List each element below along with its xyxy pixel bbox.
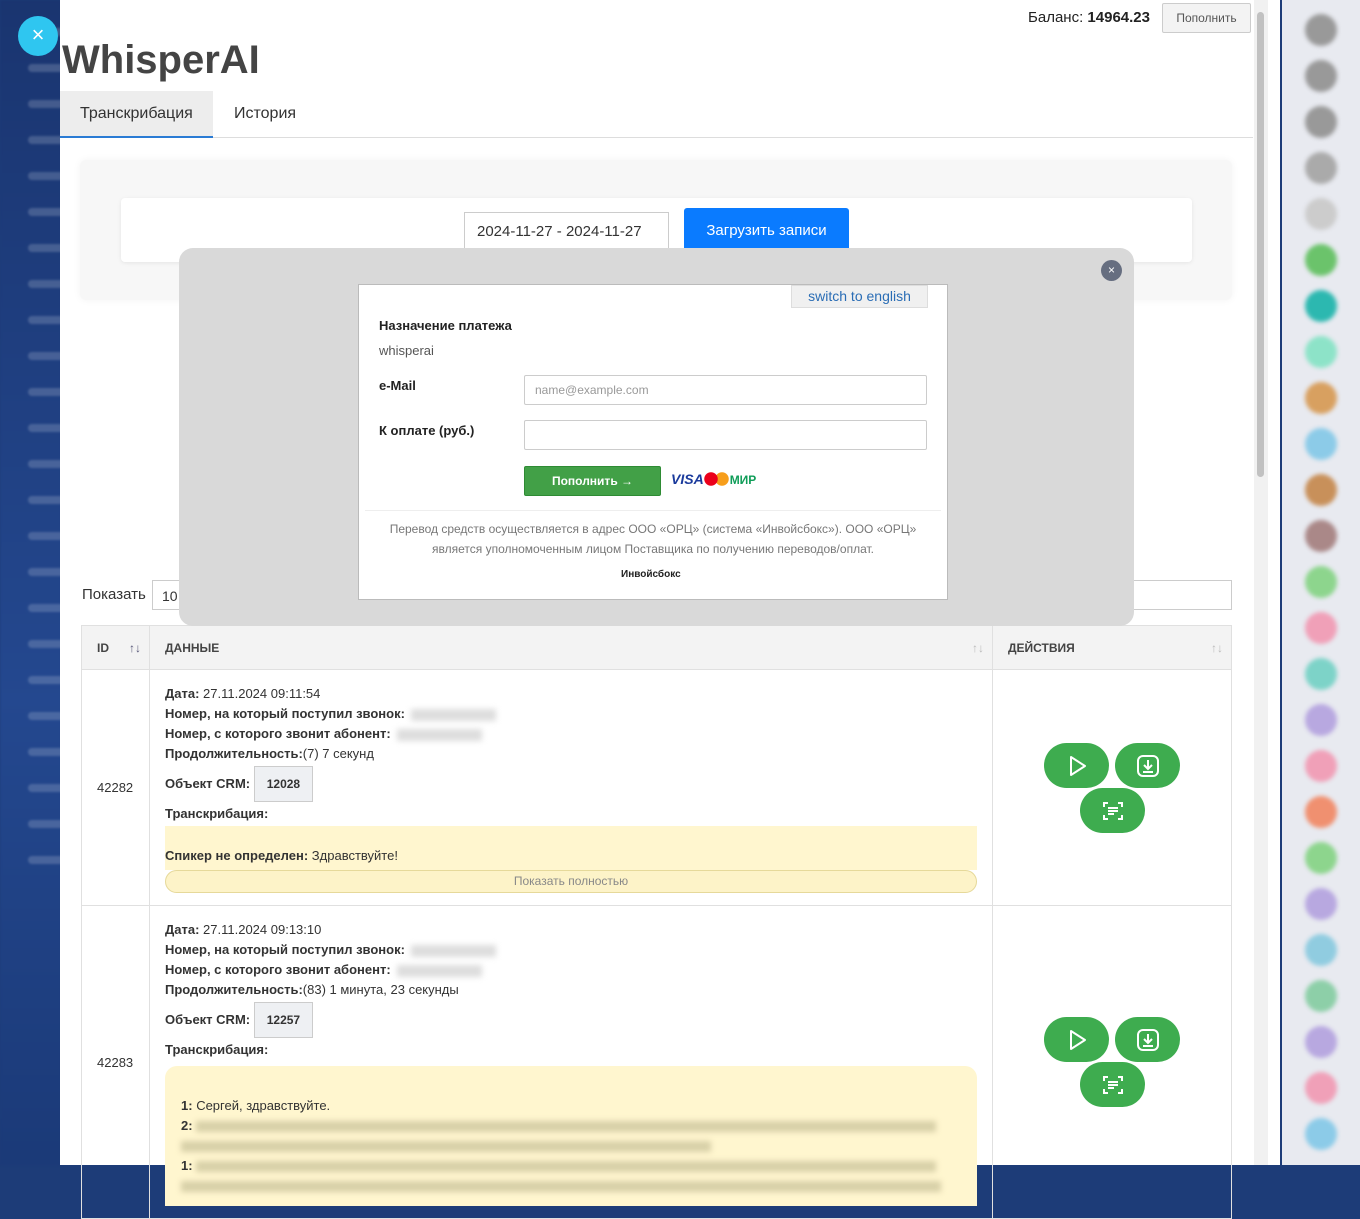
purpose-value: whisperai — [379, 343, 434, 358]
mastercard-icon — [703, 472, 730, 486]
records-table: ID ↑↓ ДАННЫЕ ↑↓ ДЕЙСТВИЯ ↑↓ 42282 Дата: 27.… — [81, 625, 1232, 1219]
row-id: 42282 — [81, 669, 150, 906]
show-label: Показать — [82, 586, 146, 603]
play-button[interactable] — [1044, 742, 1110, 788]
transcript-button[interactable] — [1079, 1062, 1145, 1107]
pay-button[interactable]: Пополнить → — [524, 466, 661, 496]
col-actions[interactable]: ДЕЙСТВИЯ ↑↓ — [992, 625, 1232, 670]
row-id: 42283 — [81, 905, 150, 1219]
amount-input[interactable] — [524, 420, 927, 450]
payment-dialog: switch to english Назначение платежа whi… — [358, 284, 948, 600]
topup-button[interactable]: Пополнить — [1162, 3, 1251, 33]
scan-text-icon — [1102, 1076, 1123, 1094]
switch-language-button[interactable]: switch to english — [791, 285, 928, 308]
transcription-box: Спикер не определен: Здравствуйте! — [165, 826, 977, 870]
tabs: Транскрибация История — [60, 91, 1253, 138]
load-records-button[interactable]: Загрузить записи — [684, 208, 849, 253]
play-icon — [1070, 1030, 1087, 1050]
balance-value: 14964.23 — [1087, 9, 1150, 26]
play-button[interactable] — [1044, 1017, 1110, 1062]
play-icon — [1070, 755, 1087, 776]
download-button[interactable] — [1114, 1017, 1180, 1062]
download-icon — [1136, 754, 1159, 777]
modal-close-button[interactable]: × — [1101, 260, 1122, 281]
close-panel-button[interactable]: × — [18, 16, 58, 56]
amount-label: К оплате (руб.) — [379, 423, 475, 438]
table-row: 42282 Дата: 27.11.2024 09:11:54 Номер, н… — [81, 669, 1232, 906]
app-logo: WhisperAI — [62, 38, 260, 82]
email-input[interactable]: name@example.com — [524, 375, 927, 405]
transcription-box: 1: Сергей, здравствуйте. 2: 1: — [165, 1066, 977, 1206]
invoicebox-logo: Инвойсбокс — [621, 569, 681, 580]
sort-icon: ↑↓ — [972, 641, 984, 655]
email-label: e-Mail — [379, 378, 416, 393]
balance-label: Баланс: — [1028, 9, 1084, 26]
right-app-bar — [1282, 0, 1360, 1165]
scan-text-icon — [1102, 801, 1123, 820]
download-icon — [1136, 1029, 1159, 1051]
col-data[interactable]: ДАННЫЕ ↑↓ — [149, 625, 993, 670]
card-logos: VISA МИР — [671, 471, 757, 487]
col-id[interactable]: ID ↑↓ — [81, 625, 150, 670]
tab-transcription[interactable]: Транскрибация — [60, 91, 213, 138]
balance: Баланс: 14964.23 — [1028, 9, 1150, 26]
scrollbar[interactable] — [1254, 0, 1268, 1165]
purpose-label: Назначение платежа — [379, 318, 512, 333]
show-full-button[interactable]: Показать полностью — [165, 870, 977, 893]
search-input[interactable] — [1120, 580, 1232, 610]
sort-icon: ↑↓ — [1211, 641, 1223, 655]
date-range-input[interactable]: 2024-11-27 - 2024-11-27 — [464, 212, 669, 250]
background-sidebar — [0, 0, 68, 1165]
download-button[interactable] — [1114, 742, 1180, 788]
crm-link[interactable]: 12028 — [253, 766, 314, 802]
payment-disclaimer: Перевод средств осуществляется в адрес О… — [365, 510, 941, 559]
transcript-button[interactable] — [1079, 787, 1145, 833]
table-row: 42283 Дата: 27.11.2024 09:13:10 Номер, н… — [81, 905, 1232, 1219]
tab-history[interactable]: История — [214, 91, 316, 138]
sort-icon: ↑↓ — [129, 641, 141, 655]
crm-link[interactable]: 12257 — [253, 1002, 314, 1038]
